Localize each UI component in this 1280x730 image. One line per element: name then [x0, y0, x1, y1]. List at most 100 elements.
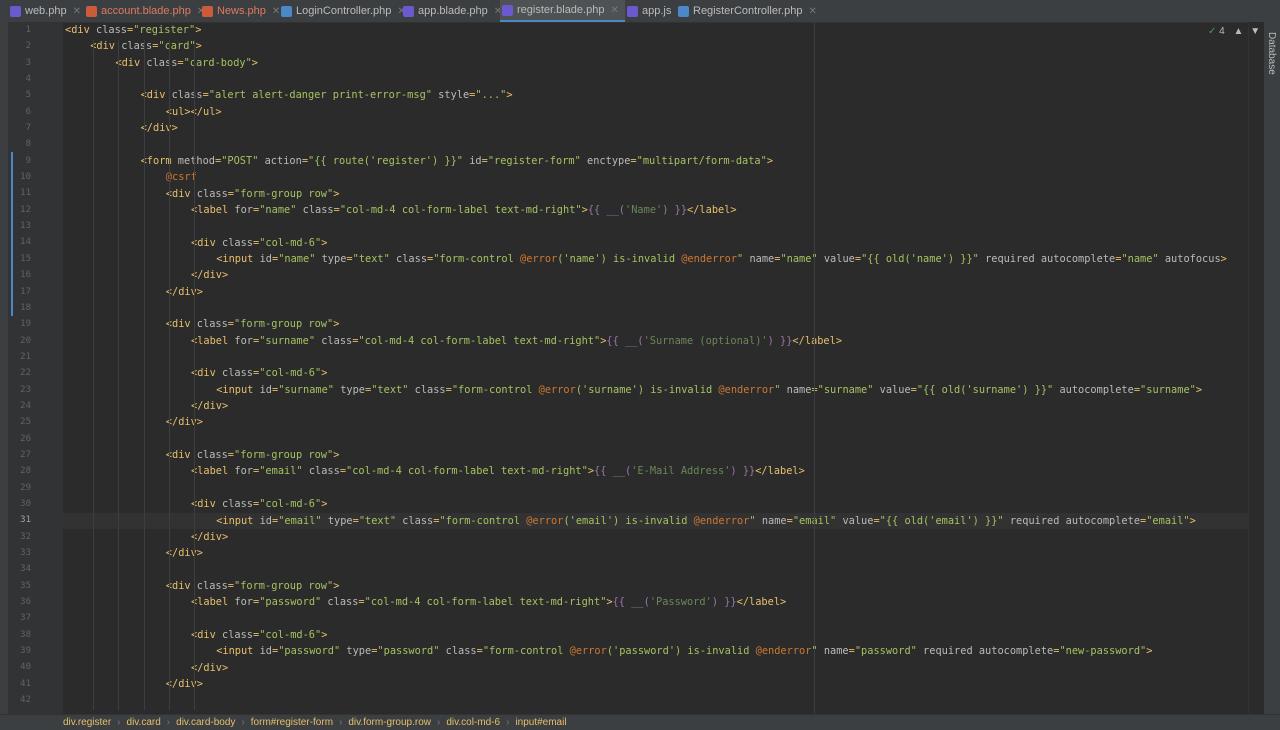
next-highlight-icon[interactable]: ▼ — [1250, 26, 1260, 37]
code-line[interactable]: <div class="col-md-6"> — [191, 235, 327, 251]
code-line[interactable]: </div> — [166, 284, 203, 300]
code-line[interactable]: </div> — [191, 529, 228, 545]
breadcrumb-item[interactable]: div.card-body — [173, 717, 238, 728]
tab-app-js[interactable]: app.js✕ — [625, 0, 686, 22]
code-line[interactable]: </div> — [191, 267, 228, 283]
code-line[interactable]: <div class="card"> — [90, 38, 202, 54]
code-line[interactable]: <div class="form-group row"> — [166, 447, 340, 463]
line-number[interactable]: 5 — [8, 87, 31, 103]
tab-app-blade-php[interactable]: app.blade.php ✕ — [401, 0, 502, 22]
previous-highlight-icon[interactable]: ▲ — [1234, 26, 1244, 37]
code-line[interactable]: <label for="email" class="col-md-4 col-f… — [191, 463, 805, 479]
breadcrumb-item[interactable]: input#email — [512, 717, 569, 728]
code-line[interactable]: <div class="form-group row"> — [166, 186, 340, 202]
line-number[interactable]: 8 — [8, 136, 31, 152]
code-token: "form-group row" — [234, 579, 334, 592]
code-line[interactable]: <div class="alert alert-danger print-err… — [141, 87, 513, 103]
breadcrumb-item[interactable]: div.form-group.row — [345, 717, 434, 728]
breadcrumb-item[interactable]: div.register — [60, 717, 114, 728]
code-line[interactable]: <div class="card-body"> — [115, 55, 258, 71]
code-line[interactable]: </div> — [166, 414, 203, 430]
code-line[interactable]: </div> — [191, 660, 228, 676]
breadcrumb-item[interactable]: div.col-md-6 — [443, 717, 503, 728]
line-number[interactable]: 2 — [8, 38, 31, 54]
breadcrumb-item[interactable]: div.card — [124, 717, 164, 728]
code-line[interactable]: </div> — [141, 120, 178, 136]
code-line[interactable]: <div class="register"> — [65, 22, 201, 38]
code-line[interactable]: @csrf — [166, 169, 197, 185]
line-number[interactable]: 36 — [8, 594, 31, 610]
code-line[interactable]: <input id="surname" type="text" class="f… — [216, 382, 1202, 398]
close-icon[interactable]: ✕ — [808, 6, 816, 17]
line-number[interactable]: 23 — [8, 382, 31, 398]
code-line[interactable]: <input id="name" type="text" class="form… — [216, 251, 1227, 267]
close-icon[interactable]: ✕ — [73, 6, 81, 17]
line-number[interactable]: 7 — [8, 120, 31, 136]
code-token: "name" — [278, 252, 322, 265]
line-number[interactable]: 20 — [8, 333, 31, 349]
line-number[interactable]: 3 — [8, 55, 31, 71]
code-line[interactable]: </div> — [166, 545, 203, 561]
breadcrumb-item[interactable]: form#register-form — [248, 717, 336, 728]
indent-guide — [143, 40, 145, 710]
line-number[interactable]: 31 — [8, 512, 31, 528]
code-line[interactable]: <label for="name" class="col-md-4 col-fo… — [191, 202, 737, 218]
code-line[interactable]: <div class="col-md-6"> — [191, 627, 327, 643]
code-line[interactable]: <input id="password" type="password" cla… — [216, 643, 1152, 659]
line-numbers: 1 2 3 4 5 6 7 8 9 10 11 12 13 14 15 16 17 18 19 20 21 22 23 24 2… — [8, 22, 31, 708]
project-panel-strip[interactable] — [0, 22, 8, 714]
line-number[interactable]: 6 — [8, 104, 31, 120]
line-number[interactable]: 25 — [8, 414, 31, 430]
line-number[interactable]: 24 — [8, 398, 31, 414]
close-icon[interactable]: ✕ — [610, 5, 618, 16]
code-line[interactable]: <label for="password" class="col-md-4 co… — [191, 594, 786, 610]
code-line[interactable]: </div> — [191, 398, 228, 414]
line-number[interactable]: 32 — [8, 529, 31, 545]
line-number[interactable]: 27 — [8, 447, 31, 463]
line-number[interactable]: 21 — [8, 349, 31, 365]
line-number[interactable]: 39 — [8, 643, 31, 659]
line-number[interactable]: 34 — [8, 561, 31, 577]
code-token: class — [196, 449, 228, 462]
code-token: > — [333, 318, 340, 331]
code-token: required autocomplete — [985, 252, 1116, 265]
line-number[interactable]: 22 — [8, 365, 31, 381]
tab-account-blade-php[interactable]: account.blade.php✕ — [84, 0, 205, 22]
code-line[interactable]: <div class="col-md-6"> — [191, 496, 327, 512]
tab-registercontroller-php[interactable]: RegisterController.php ✕ — [676, 0, 817, 22]
inspection-widget[interactable]: ✓ 4 ▲ ▼ — [1208, 26, 1260, 37]
code-line[interactable]: <label for="surname" class="col-md-4 col… — [191, 333, 842, 349]
line-number[interactable]: 37 — [8, 610, 31, 626]
tab-logincontroller-php[interactable]: LoginController.php ✕ — [279, 0, 406, 22]
tab-web-php[interactable]: web.php ✕ — [8, 0, 84, 22]
code-line[interactable]: <div class="form-group row"> — [166, 316, 340, 332]
line-number[interactable]: 41 — [8, 676, 31, 692]
database-tool-tab[interactable]: Database — [1266, 32, 1277, 75]
line-number[interactable]: 33 — [8, 545, 31, 561]
line-number[interactable]: 26 — [8, 431, 31, 447]
line-number[interactable]: 30 — [8, 496, 31, 512]
code-token: class — [171, 89, 203, 102]
line-number[interactable]: 1 — [8, 22, 31, 38]
line-number[interactable]: 29 — [8, 480, 31, 496]
line-number[interactable]: 38 — [8, 627, 31, 643]
error-stripe[interactable] — [1248, 22, 1265, 714]
line-number-gutter: 1 2 3 4 5 6 7 8 9 10 11 12 13 14 15 16 17 18 19 20 21 22 23 24 2… — [8, 22, 63, 714]
line-number[interactable]: 19 — [8, 316, 31, 332]
line-number[interactable]: 4 — [8, 71, 31, 87]
line-number[interactable]: 40 — [8, 659, 31, 675]
tab-register-blade-php[interactable]: register.blade.php ✕ — [500, 0, 625, 22]
code-token: "col-md-6" — [259, 498, 322, 511]
code-editor[interactable]: <div class="register"> <div class="card">… — [63, 22, 1248, 714]
code-line[interactable]: <input id="email" type="text" class="for… — [216, 513, 1196, 529]
code-token: class — [146, 56, 178, 69]
line-number[interactable]: 35 — [8, 578, 31, 594]
line-number[interactable]: 28 — [8, 463, 31, 479]
code-line[interactable]: </div> — [166, 676, 203, 692]
tab-news-php[interactable]: News.php ✕ — [200, 0, 280, 22]
code-line[interactable]: <div class="form-group row"> — [166, 578, 340, 594]
code-line[interactable]: <form method="POST" action="{{ route('re… — [141, 153, 773, 169]
code-line[interactable]: <div class="col-md-6"> — [191, 365, 327, 381]
code-token: <div — [191, 236, 222, 249]
line-number[interactable]: 42 — [8, 692, 31, 708]
